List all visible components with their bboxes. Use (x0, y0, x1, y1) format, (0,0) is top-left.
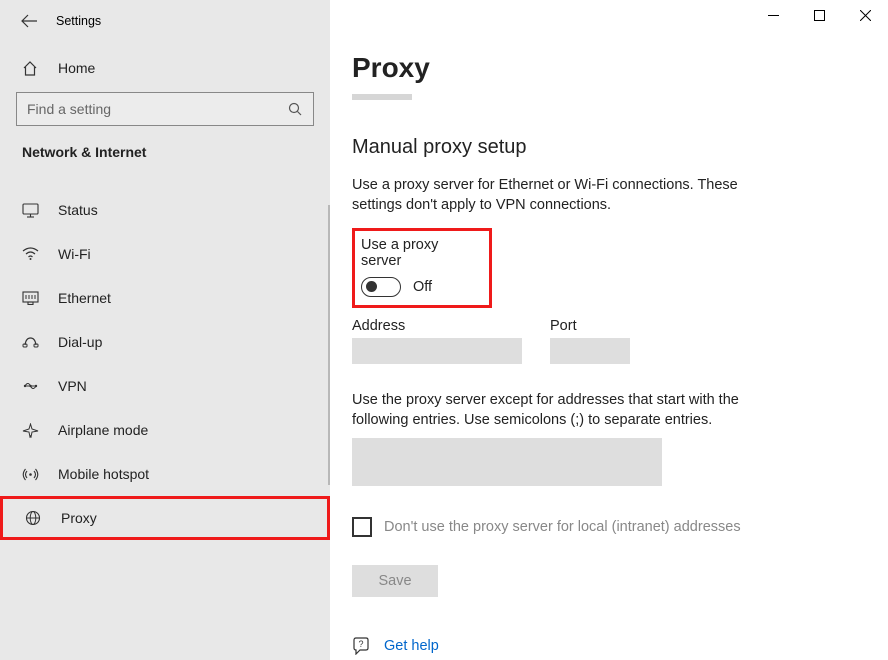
search-box[interactable] (16, 92, 314, 126)
vpn-icon (22, 379, 44, 393)
proxy-icon (25, 510, 47, 526)
back-button[interactable] (20, 12, 38, 30)
window-title: Settings (56, 14, 101, 28)
sidebar-section-title: Network & Internet (0, 126, 330, 170)
toggle-label: Use a proxy server (361, 237, 479, 269)
address-label: Address (352, 318, 522, 334)
nav-label: Airplane mode (58, 422, 148, 438)
help-link[interactable]: Get help (384, 638, 439, 654)
toggle-state: Off (413, 279, 432, 295)
nav-label: Ethernet (58, 290, 111, 306)
section-title: Manual proxy setup (352, 136, 868, 159)
wifi-icon (22, 247, 44, 261)
home-label: Home (58, 60, 95, 76)
sidebar-item-status[interactable]: Status (0, 188, 330, 232)
search-container (0, 92, 330, 126)
content: Proxy Manual proxy setup Use a proxy ser… (330, 0, 888, 655)
back-arrow-icon (21, 14, 37, 28)
main-panel: Proxy Manual proxy setup Use a proxy ser… (330, 0, 888, 660)
window-controls (750, 0, 888, 30)
nav-label: Dial-up (58, 334, 102, 350)
nav-label: Mobile hotspot (58, 466, 149, 482)
exceptions-description: Use the proxy server except for addresse… (352, 390, 772, 431)
airplane-icon (22, 423, 44, 438)
sidebar-item-vpn[interactable]: VPN (0, 364, 330, 408)
local-bypass-row: Don't use the proxy server for local (in… (352, 517, 868, 537)
home-icon (22, 61, 44, 76)
proxy-toggle[interactable] (361, 277, 401, 297)
local-bypass-checkbox[interactable] (352, 517, 372, 537)
help-icon: ? (352, 637, 370, 655)
home-nav[interactable]: Home (0, 50, 330, 86)
nav-label: VPN (58, 378, 87, 394)
dialup-icon (22, 335, 44, 349)
address-port-row: Address Port (352, 318, 868, 364)
ethernet-icon (22, 291, 44, 305)
sidebar-item-proxy[interactable]: Proxy (0, 496, 330, 540)
nav-list: Status Wi-Fi Ethernet Dial-up (0, 188, 330, 540)
nav-label: Wi-Fi (58, 246, 91, 262)
sidebar-item-dialup[interactable]: Dial-up (0, 320, 330, 364)
close-button[interactable] (842, 0, 888, 30)
hotspot-icon (22, 467, 44, 482)
local-bypass-label: Don't use the proxy server for local (in… (384, 519, 741, 535)
port-label: Port (550, 318, 630, 334)
sidebar-item-hotspot[interactable]: Mobile hotspot (0, 452, 330, 496)
minimize-button[interactable] (750, 0, 796, 30)
sidebar-item-ethernet[interactable]: Ethernet (0, 276, 330, 320)
titlebar: Settings (0, 0, 330, 36)
svg-text:?: ? (358, 639, 363, 649)
sidebar: Settings Home Network & Internet (0, 0, 330, 660)
page-title: Proxy (352, 52, 868, 84)
nav-label: Proxy (61, 510, 97, 526)
status-icon (22, 203, 44, 218)
port-input[interactable] (550, 338, 630, 364)
search-input[interactable] (27, 101, 288, 117)
nav-label: Status (58, 202, 98, 218)
section-description: Use a proxy server for Ethernet or Wi-Fi… (352, 175, 782, 216)
help-row: ? Get help (352, 637, 868, 655)
settings-window: Settings Home Network & Internet (0, 0, 888, 660)
title-underline (352, 94, 412, 100)
sidebar-item-wifi[interactable]: Wi-Fi (0, 232, 330, 276)
address-input[interactable] (352, 338, 522, 364)
proxy-toggle-group: Use a proxy server Off (352, 228, 492, 308)
exceptions-input[interactable] (352, 438, 662, 486)
toggle-knob (366, 281, 377, 292)
save-button[interactable]: Save (352, 565, 438, 597)
search-icon (288, 102, 303, 117)
sidebar-item-airplane[interactable]: Airplane mode (0, 408, 330, 452)
maximize-button[interactable] (796, 0, 842, 30)
